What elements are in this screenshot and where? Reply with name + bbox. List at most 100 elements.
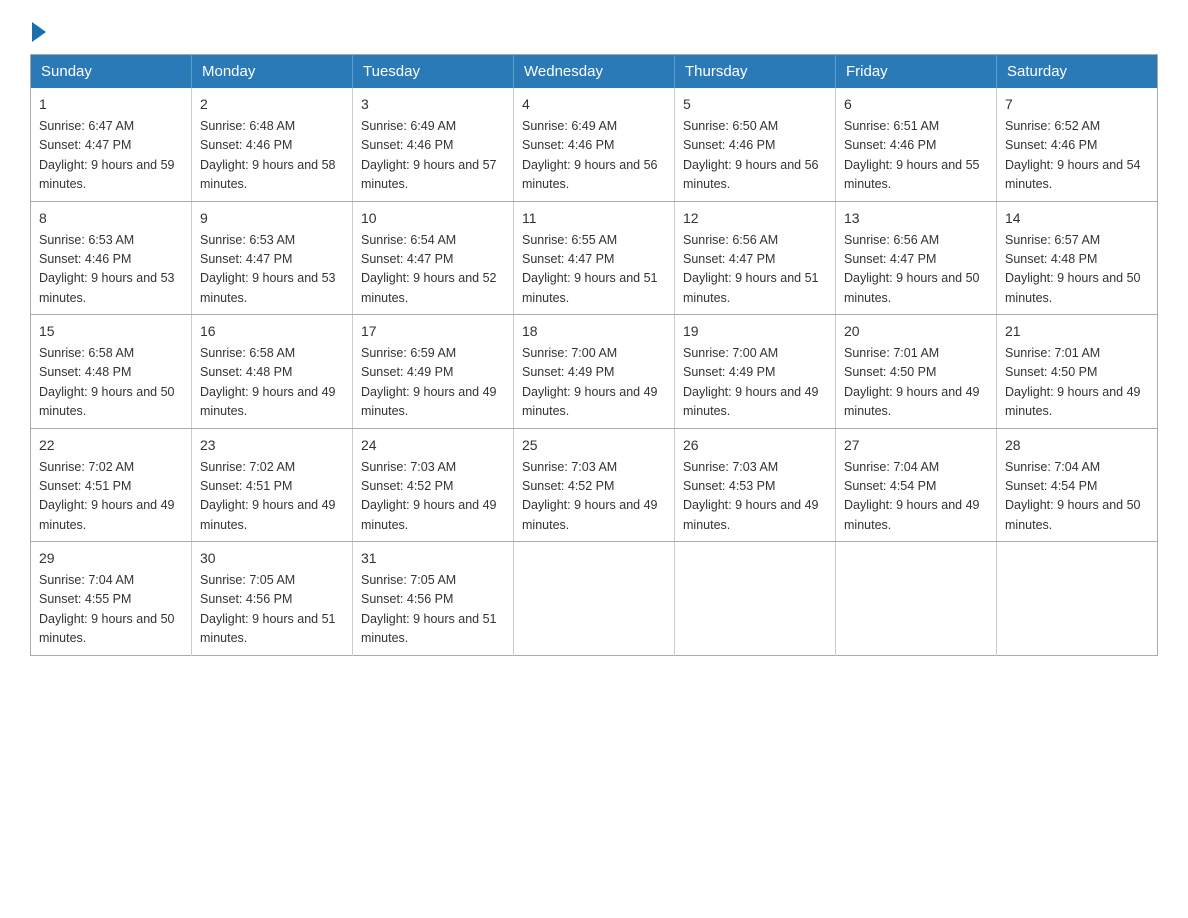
day-info: Sunrise: 6:52 AMSunset: 4:46 PMDaylight:… xyxy=(1005,119,1141,191)
calendar-day-cell: 14Sunrise: 6:57 AMSunset: 4:48 PMDayligh… xyxy=(997,201,1158,315)
calendar-day-cell: 21 Sunrise: 7:01 AMSunset: 4:50 PMDayligh… xyxy=(997,315,1158,429)
day-info: Sunrise: 6:50 AMSunset: 4:46 PMDaylight:… xyxy=(683,119,819,191)
calendar-day-cell: 9 Sunrise: 6:53 AMSunset: 4:47 PMDaylight… xyxy=(192,201,353,315)
day-number: 1 xyxy=(39,94,183,115)
day-number: 26 xyxy=(683,435,827,456)
day-info: Sunrise: 7:04 AMSunset: 4:54 PMDaylight:… xyxy=(844,460,980,532)
day-number: 5 xyxy=(683,94,827,115)
day-info: Sunrise: 6:51 AMSunset: 4:46 PMDaylight:… xyxy=(844,119,980,191)
page-header xyxy=(30,20,1158,38)
calendar-day-cell: 13 Sunrise: 6:56 AMSunset: 4:47 PMDayligh… xyxy=(836,201,997,315)
calendar-day-cell xyxy=(675,542,836,656)
day-info: Sunrise: 7:02 AMSunset: 4:51 PMDaylight:… xyxy=(39,460,175,532)
day-number: 19 xyxy=(683,321,827,342)
day-info: Sunrise: 7:03 AMSunset: 4:52 PMDaylight:… xyxy=(361,460,497,532)
calendar-day-cell xyxy=(997,542,1158,656)
calendar-day-cell: 30 Sunrise: 7:05 AMSunset: 4:56 PMDayligh… xyxy=(192,542,353,656)
calendar-week-row: 8 Sunrise: 6:53 AMSunset: 4:46 PMDaylight… xyxy=(31,201,1158,315)
day-number: 30 xyxy=(200,548,344,569)
calendar-day-cell: 24 Sunrise: 7:03 AMSunset: 4:52 PMDayligh… xyxy=(353,428,514,542)
logo xyxy=(30,20,46,38)
calendar-table: SundayMondayTuesdayWednesdayThursdayFrid… xyxy=(30,54,1158,656)
day-info: Sunrise: 6:58 AMSunset: 4:48 PMDaylight:… xyxy=(39,346,175,418)
calendar-day-cell: 3 Sunrise: 6:49 AMSunset: 4:46 PMDaylight… xyxy=(353,88,514,201)
calendar-week-row: 22 Sunrise: 7:02 AMSunset: 4:51 PMDayligh… xyxy=(31,428,1158,542)
calendar-week-row: 29 Sunrise: 7:04 AMSunset: 4:55 PMDayligh… xyxy=(31,542,1158,656)
day-info: Sunrise: 6:47 AMSunset: 4:47 PMDaylight:… xyxy=(39,119,175,191)
calendar-day-cell: 6 Sunrise: 6:51 AMSunset: 4:46 PMDaylight… xyxy=(836,88,997,201)
day-number: 6 xyxy=(844,94,988,115)
day-info: Sunrise: 7:01 AMSunset: 4:50 PMDaylight:… xyxy=(844,346,980,418)
weekday-header-wednesday: Wednesday xyxy=(514,55,675,89)
weekday-header-friday: Friday xyxy=(836,55,997,89)
day-number: 28 xyxy=(1005,435,1149,456)
day-info: Sunrise: 7:05 AMSunset: 4:56 PMDaylight:… xyxy=(200,573,336,645)
calendar-day-cell: 22 Sunrise: 7:02 AMSunset: 4:51 PMDayligh… xyxy=(31,428,192,542)
day-number: 21 xyxy=(1005,321,1149,342)
weekday-header-tuesday: Tuesday xyxy=(353,55,514,89)
calendar-day-cell: 20 Sunrise: 7:01 AMSunset: 4:50 PMDayligh… xyxy=(836,315,997,429)
day-number: 13 xyxy=(844,208,988,229)
day-number: 17 xyxy=(361,321,505,342)
calendar-day-cell: 11Sunrise: 6:55 AMSunset: 4:47 PMDayligh… xyxy=(514,201,675,315)
calendar-day-cell: 15 Sunrise: 6:58 AMSunset: 4:48 PMDayligh… xyxy=(31,315,192,429)
weekday-header-thursday: Thursday xyxy=(675,55,836,89)
day-info: Sunrise: 6:49 AMSunset: 4:46 PMDaylight:… xyxy=(522,119,658,191)
calendar-day-cell: 31 Sunrise: 7:05 AMSunset: 4:56 PMDayligh… xyxy=(353,542,514,656)
calendar-week-row: 1 Sunrise: 6:47 AMSunset: 4:47 PMDaylight… xyxy=(31,88,1158,201)
day-info: Sunrise: 7:02 AMSunset: 4:51 PMDaylight:… xyxy=(200,460,336,532)
day-info: Sunrise: 6:56 AMSunset: 4:47 PMDaylight:… xyxy=(844,233,980,305)
weekday-header-row: SundayMondayTuesdayWednesdayThursdayFrid… xyxy=(31,55,1158,89)
calendar-day-cell: 25 Sunrise: 7:03 AMSunset: 4:52 PMDayligh… xyxy=(514,428,675,542)
day-number: 23 xyxy=(200,435,344,456)
day-number: 22 xyxy=(39,435,183,456)
calendar-day-cell: 5 Sunrise: 6:50 AMSunset: 4:46 PMDaylight… xyxy=(675,88,836,201)
weekday-header-sunday: Sunday xyxy=(31,55,192,89)
day-info: Sunrise: 7:03 AMSunset: 4:52 PMDaylight:… xyxy=(522,460,658,532)
day-info: Sunrise: 7:04 AMSunset: 4:54 PMDaylight:… xyxy=(1005,460,1141,532)
calendar-day-cell: 4 Sunrise: 6:49 AMSunset: 4:46 PMDaylight… xyxy=(514,88,675,201)
day-number: 25 xyxy=(522,435,666,456)
day-number: 10 xyxy=(361,208,505,229)
day-number: 20 xyxy=(844,321,988,342)
calendar-day-cell: 28 Sunrise: 7:04 AMSunset: 4:54 PMDayligh… xyxy=(997,428,1158,542)
calendar-day-cell: 2 Sunrise: 6:48 AMSunset: 4:46 PMDaylight… xyxy=(192,88,353,201)
day-info: Sunrise: 6:56 AMSunset: 4:47 PMDaylight:… xyxy=(683,233,819,305)
day-info: Sunrise: 6:49 AMSunset: 4:46 PMDaylight:… xyxy=(361,119,497,191)
calendar-day-cell xyxy=(514,542,675,656)
weekday-header-monday: Monday xyxy=(192,55,353,89)
day-info: Sunrise: 7:04 AMSunset: 4:55 PMDaylight:… xyxy=(39,573,175,645)
day-info: Sunrise: 7:03 AMSunset: 4:53 PMDaylight:… xyxy=(683,460,819,532)
day-info: Sunrise: 6:53 AMSunset: 4:46 PMDaylight:… xyxy=(39,233,175,305)
day-number: 29 xyxy=(39,548,183,569)
day-info: Sunrise: 7:00 AMSunset: 4:49 PMDaylight:… xyxy=(683,346,819,418)
day-number: 31 xyxy=(361,548,505,569)
day-number: 15 xyxy=(39,321,183,342)
day-number: 3 xyxy=(361,94,505,115)
calendar-day-cell: 12Sunrise: 6:56 AMSunset: 4:47 PMDayligh… xyxy=(675,201,836,315)
calendar-day-cell: 29 Sunrise: 7:04 AMSunset: 4:55 PMDayligh… xyxy=(31,542,192,656)
day-number: 24 xyxy=(361,435,505,456)
calendar-day-cell: 18Sunrise: 7:00 AMSunset: 4:49 PMDayligh… xyxy=(514,315,675,429)
day-info: Sunrise: 7:00 AMSunset: 4:49 PMDaylight:… xyxy=(522,346,658,418)
day-info: Sunrise: 6:58 AMSunset: 4:48 PMDaylight:… xyxy=(200,346,336,418)
day-number: 14 xyxy=(1005,208,1149,229)
day-number: 16 xyxy=(200,321,344,342)
day-number: 2 xyxy=(200,94,344,115)
day-number: 4 xyxy=(522,94,666,115)
day-number: 11 xyxy=(522,208,666,229)
day-info: Sunrise: 6:48 AMSunset: 4:46 PMDaylight:… xyxy=(200,119,336,191)
calendar-day-cell: 19 Sunrise: 7:00 AMSunset: 4:49 PMDayligh… xyxy=(675,315,836,429)
calendar-day-cell: 17Sunrise: 6:59 AMSunset: 4:49 PMDayligh… xyxy=(353,315,514,429)
day-number: 9 xyxy=(200,208,344,229)
day-info: Sunrise: 7:01 AMSunset: 4:50 PMDaylight:… xyxy=(1005,346,1141,418)
day-number: 8 xyxy=(39,208,183,229)
day-info: Sunrise: 6:53 AMSunset: 4:47 PMDaylight:… xyxy=(200,233,336,305)
calendar-day-cell: 1 Sunrise: 6:47 AMSunset: 4:47 PMDaylight… xyxy=(31,88,192,201)
calendar-day-cell: 23 Sunrise: 7:02 AMSunset: 4:51 PMDayligh… xyxy=(192,428,353,542)
calendar-day-cell: 8 Sunrise: 6:53 AMSunset: 4:46 PMDaylight… xyxy=(31,201,192,315)
calendar-day-cell: 10Sunrise: 6:54 AMSunset: 4:47 PMDayligh… xyxy=(353,201,514,315)
day-info: Sunrise: 7:05 AMSunset: 4:56 PMDaylight:… xyxy=(361,573,497,645)
calendar-day-cell: 7Sunrise: 6:52 AMSunset: 4:46 PMDaylight… xyxy=(997,88,1158,201)
calendar-day-cell: 16 Sunrise: 6:58 AMSunset: 4:48 PMDayligh… xyxy=(192,315,353,429)
